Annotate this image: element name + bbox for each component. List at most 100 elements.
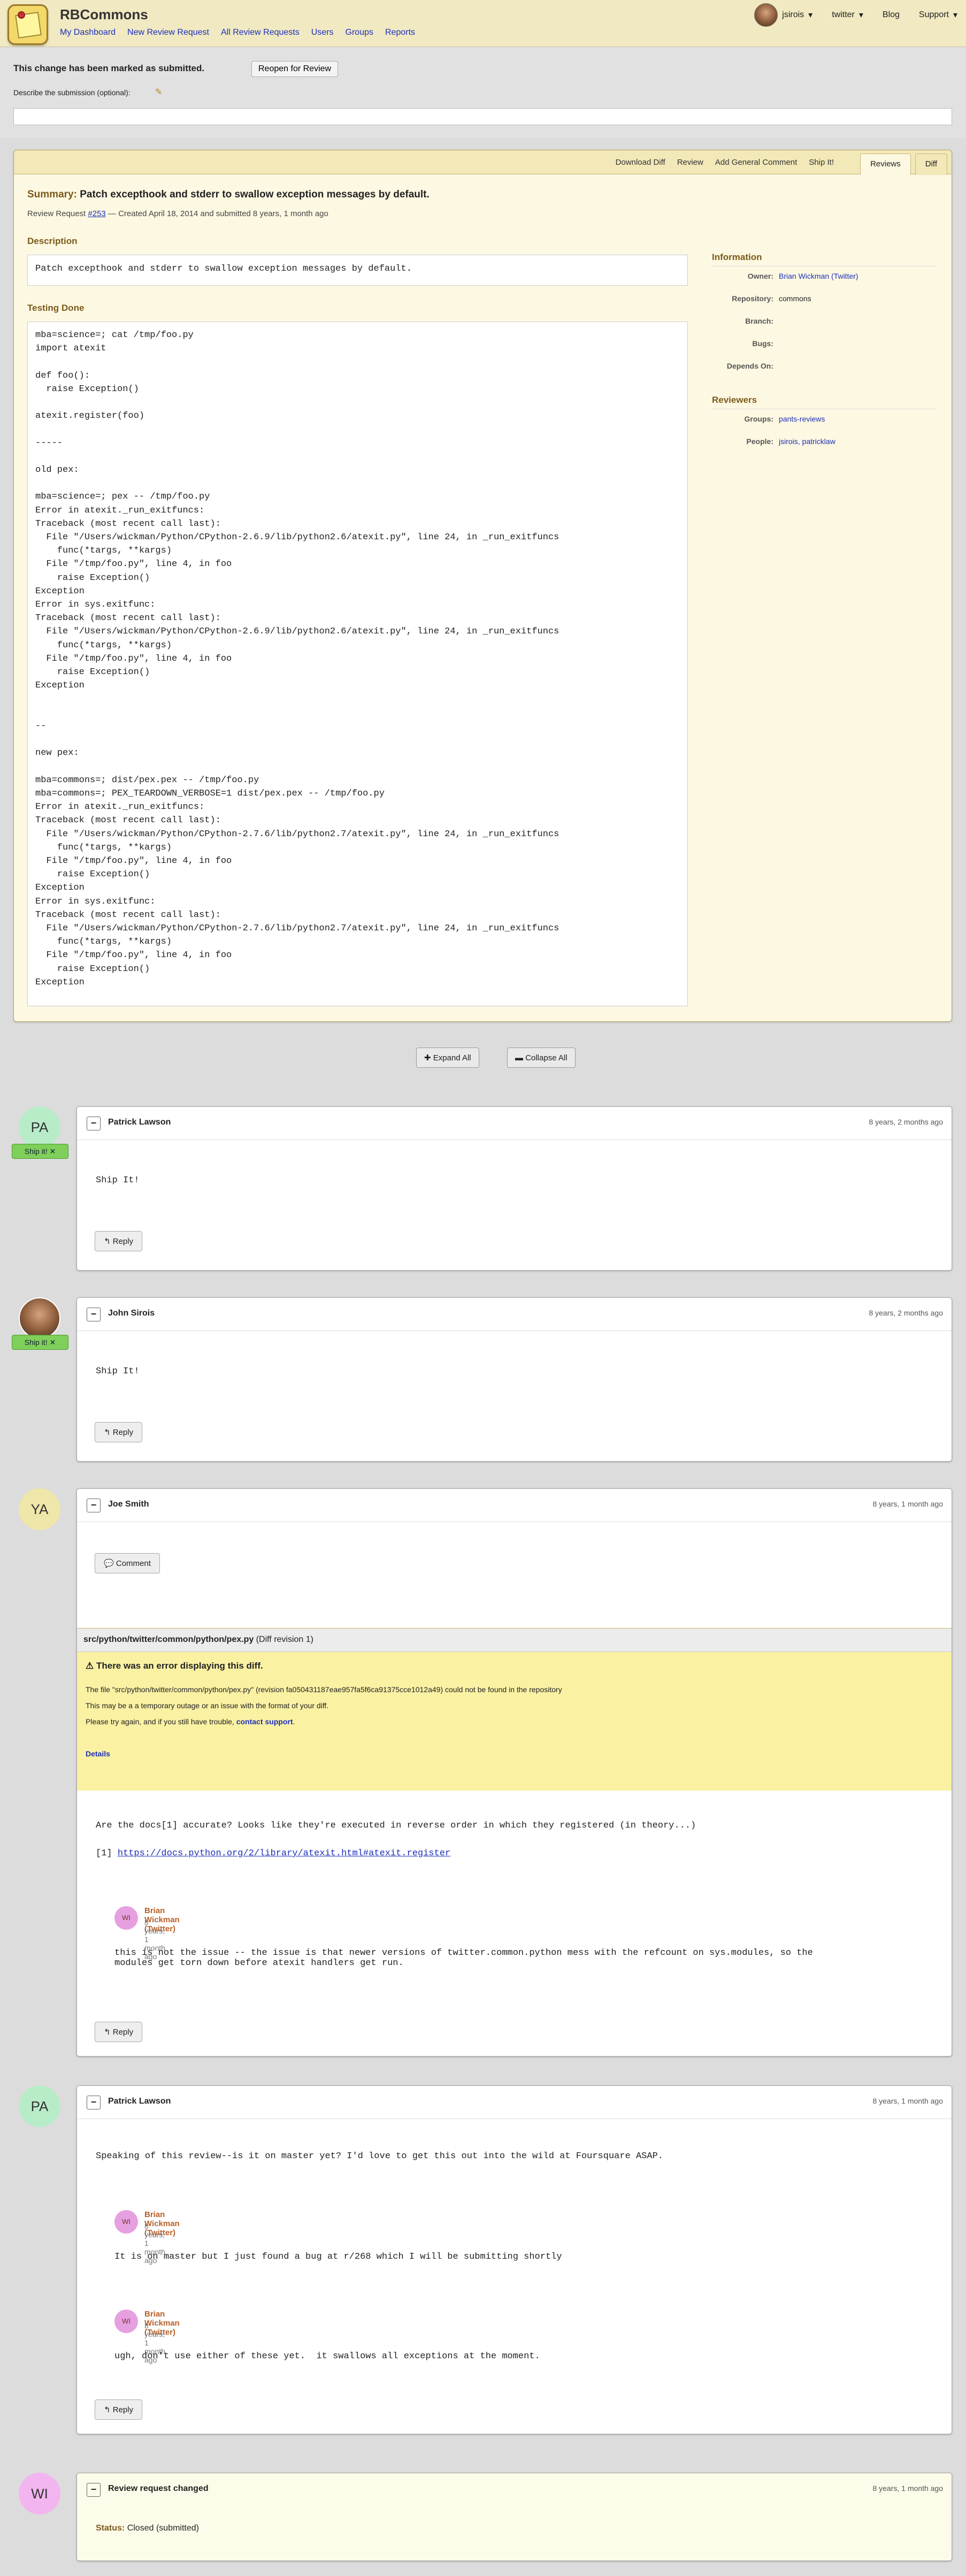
comment-text: Are the docs[1] accurate? Looks like the…: [96, 1821, 696, 1831]
collapse-toggle[interactable]: −: [87, 1499, 101, 1512]
reply-text: ugh, don't use either of these yet. it s…: [114, 2351, 540, 2361]
error-line-2: This may be a a temporary outage or an i…: [86, 1701, 329, 1710]
reopen-button[interactable]: Reopen for Review: [251, 61, 339, 77]
review-timestamp: 8 years, 2 months ago: [869, 1309, 943, 1317]
people-link[interactable]: jsirois, patricklaw: [779, 437, 937, 446]
rbcommons-logo[interactable]: [7, 4, 48, 45]
details-label: Details: [86, 1749, 110, 1758]
diff-revision: (Diff revision 1): [256, 1635, 313, 1644]
twitter-menu[interactable]: twitter ▾: [832, 10, 863, 20]
avatar: WI: [19, 2473, 60, 2514]
ship-it-badge: Ship it! ✕: [12, 1144, 68, 1159]
review-box: − John Sirois 8 years, 2 months ago Ship…: [76, 1297, 952, 1462]
owner-key: Owner:: [747, 272, 773, 280]
review-action[interactable]: Review: [677, 158, 703, 167]
review-header: − Patrick Lawson 8 years, 2 months ago: [77, 1107, 952, 1140]
reply-label: Reply: [112, 1237, 134, 1246]
reviewer-name[interactable]: Patrick Lawson: [108, 2097, 171, 2106]
error-line-3-end: .: [293, 1717, 295, 1726]
user-menu[interactable]: jsirois ▾: [754, 3, 812, 27]
review-body: Speaking of this review--is it on master…: [96, 2151, 663, 2161]
reply-text: It is on master but I just found a bug a…: [114, 2252, 562, 2262]
nav-my-dashboard[interactable]: My Dashboard: [60, 28, 116, 37]
avatar: YA: [19, 1488, 60, 1530]
request-id-link[interactable]: #253: [88, 209, 105, 218]
ship-it-badge: Ship it! ✕: [12, 1335, 68, 1350]
ship-it-label: Ship it!: [24, 1147, 48, 1156]
reply-button[interactable]: ↰ Reply: [95, 1422, 143, 1442]
twitter-menu-label: twitter: [832, 10, 855, 19]
information-panel: Information Owner: Brian Wickman (Twitter…: [712, 252, 937, 460]
information-heading: Information: [712, 252, 937, 266]
review-timestamp: 8 years, 1 month ago: [872, 2097, 943, 2105]
nav-reports[interactable]: Reports: [385, 28, 415, 37]
expand-all-button[interactable]: ✚ Expand All: [416, 1048, 479, 1068]
change-title: Review request changed: [108, 2484, 209, 2493]
details-link[interactable]: Details: [86, 1749, 110, 1758]
avatar: PA: [19, 1106, 60, 1148]
meta-suffix: — Created April 18, 2014 and submitted 8…: [105, 209, 328, 218]
nav-users[interactable]: Users: [311, 28, 334, 37]
bugs-key: Bugs:: [752, 339, 773, 348]
branch-key: Branch:: [745, 317, 773, 325]
view-tabs: Reviews Diff: [860, 154, 947, 175]
groups-link[interactable]: pants-reviews: [779, 415, 937, 423]
people-row: People: jsirois, patricklaw: [712, 437, 937, 460]
reply-label: Reply: [112, 2028, 134, 2037]
people-key: People:: [746, 437, 773, 446]
comment-button[interactable]: 💬 Comment: [95, 1553, 160, 1573]
reply-button[interactable]: ↰ Reply: [95, 1231, 143, 1251]
nav-groups[interactable]: Groups: [346, 28, 373, 37]
check-icon: ✕: [49, 1338, 56, 1347]
diff-filename[interactable]: src/python/twitter/common/python/pex.py: [83, 1635, 254, 1644]
collapse-toggle[interactable]: −: [87, 1117, 101, 1130]
support-menu[interactable]: Support ▾: [919, 10, 957, 20]
pencil-icon[interactable]: ✎: [155, 87, 162, 97]
ship-it-action[interactable]: Ship It!: [809, 158, 834, 167]
owner-link[interactable]: Brian Wickman (Twitter): [779, 272, 937, 280]
reply-label: Reply: [112, 1428, 134, 1437]
reply-button[interactable]: ↰ Reply: [95, 2022, 143, 2042]
submission-description-field[interactable]: [13, 108, 952, 125]
nav-new-review-request[interactable]: New Review Request: [127, 28, 209, 37]
status-line: Status: Closed (submitted): [96, 2524, 199, 2533]
download-diff-action[interactable]: Download Diff: [616, 158, 665, 167]
review-timestamp: 8 years, 1 month ago: [872, 1500, 943, 1508]
blog-link[interactable]: Blog: [883, 10, 900, 20]
review-box: − Patrick Lawson 8 years, 2 months ago S…: [76, 1106, 952, 1271]
pin-icon: [18, 11, 25, 19]
testing-done-text: mba=science=; cat /tmp/foo.py import ate…: [27, 322, 688, 1006]
reviewer-name[interactable]: John Sirois: [108, 1309, 155, 1318]
avatar: WI: [114, 1906, 138, 1930]
review-timestamp: 8 years, 2 months ago: [869, 1118, 943, 1126]
main-nav: My Dashboard New Review Request All Revi…: [60, 28, 415, 37]
collapse-all-label: Collapse All: [525, 1053, 568, 1062]
collapse-all-button[interactable]: ▬ Collapse All: [507, 1048, 576, 1068]
submitted-message: This change has been marked as submitted…: [13, 63, 205, 73]
reviewer-name[interactable]: Patrick Lawson: [108, 1118, 171, 1127]
reviewer-name[interactable]: Joe Smith: [108, 1500, 149, 1509]
nav-all-review-requests[interactable]: All Review Requests: [221, 28, 300, 37]
add-general-comment-action[interactable]: Add General Comment: [715, 158, 797, 167]
collapse-toggle[interactable]: −: [87, 2483, 101, 2497]
minus-icon: ▬: [515, 1053, 526, 1062]
reply-text: this is not the issue -- the issue is th…: [114, 1948, 813, 1968]
groups-row: Groups: pants-reviews: [712, 415, 937, 437]
comment-reference: [1] https://docs.python.org/2/library/at…: [96, 1848, 450, 1859]
tab-diff[interactable]: Diff: [915, 154, 947, 175]
reply-icon: ↰: [104, 2028, 113, 2037]
tab-reviews[interactable]: Reviews: [860, 154, 911, 175]
avatar: [19, 1297, 60, 1339]
support-label: Support: [918, 10, 949, 19]
collapse-toggle[interactable]: −: [87, 1308, 101, 1321]
reply-button[interactable]: ↰ Reply: [95, 2399, 143, 2420]
request-meta: Review Request #253 — Created April 18, …: [27, 209, 328, 218]
atexit-docs-link[interactable]: https://docs.python.org/2/library/atexit…: [118, 1848, 450, 1859]
app-name[interactable]: RBCommons: [60, 6, 148, 23]
contact-support-link[interactable]: contact support: [236, 1717, 293, 1726]
reply-icon: ↰: [104, 2405, 113, 2414]
collapse-toggle[interactable]: −: [87, 2096, 101, 2109]
error-line-3-text: Please try again, and if you still have …: [86, 1717, 236, 1726]
status-key: Status:: [96, 2524, 125, 2533]
comment-label: Comment: [116, 1559, 151, 1568]
